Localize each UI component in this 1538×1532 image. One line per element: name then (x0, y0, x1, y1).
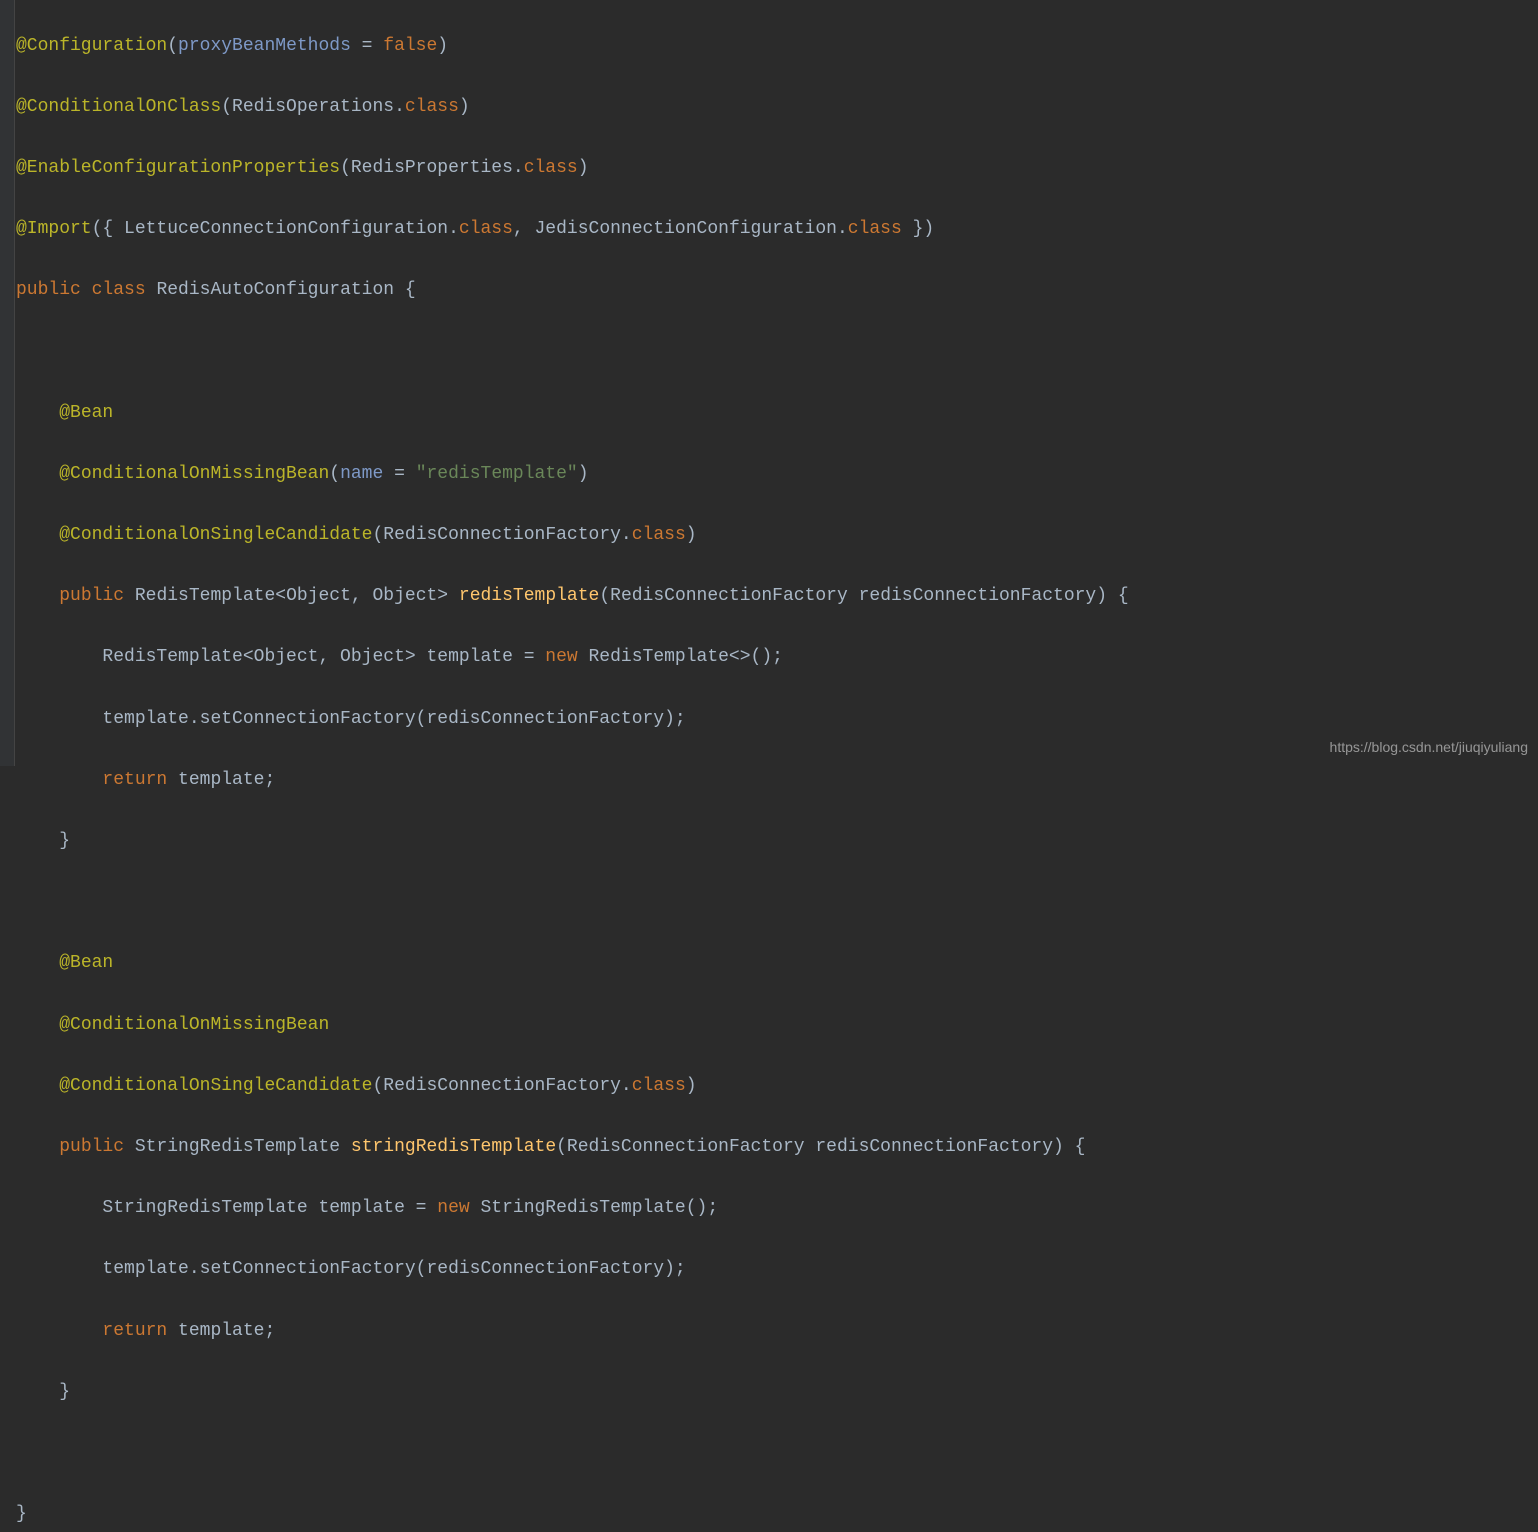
code-editor[interactable]: @Configuration(proxyBeanMethods = false)… (16, 0, 1129, 1532)
code-line: } (16, 1377, 1129, 1408)
code-line: @ConditionalOnMissingBean (16, 1010, 1129, 1041)
code-line: } (16, 826, 1129, 857)
code-line: public class RedisAutoConfiguration { (16, 275, 1129, 306)
code-line: } (16, 1499, 1129, 1530)
code-line: @Bean (16, 398, 1129, 429)
code-line (16, 1438, 1129, 1469)
code-line: template.setConnectionFactory(redisConne… (16, 1254, 1129, 1285)
code-line: public StringRedisTemplate stringRedisTe… (16, 1132, 1129, 1163)
code-line: @Bean (16, 948, 1129, 979)
code-line: return template; (16, 765, 1129, 796)
code-line: @EnableConfigurationProperties(RedisProp… (16, 153, 1129, 184)
watermark-text: https://blog.csdn.net/jiuqiyuliang (1330, 736, 1528, 760)
code-line: RedisTemplate<Object, Object> template =… (16, 642, 1129, 673)
code-line (16, 337, 1129, 368)
code-line: template.setConnectionFactory(redisConne… (16, 704, 1129, 735)
code-line: public RedisTemplate<Object, Object> red… (16, 581, 1129, 612)
code-line: @ConditionalOnMissingBean(name = "redisT… (16, 459, 1129, 490)
code-line: @Configuration(proxyBeanMethods = false) (16, 31, 1129, 62)
code-line: return template; (16, 1316, 1129, 1347)
code-line (16, 887, 1129, 918)
code-line: @ConditionalOnClass(RedisOperations.clas… (16, 92, 1129, 123)
code-line: StringRedisTemplate template = new Strin… (16, 1193, 1129, 1224)
gutter (0, 0, 15, 766)
code-line: @ConditionalOnSingleCandidate(RedisConne… (16, 520, 1129, 551)
code-line: @ConditionalOnSingleCandidate(RedisConne… (16, 1071, 1129, 1102)
code-line: @Import({ LettuceConnectionConfiguration… (16, 214, 1129, 245)
